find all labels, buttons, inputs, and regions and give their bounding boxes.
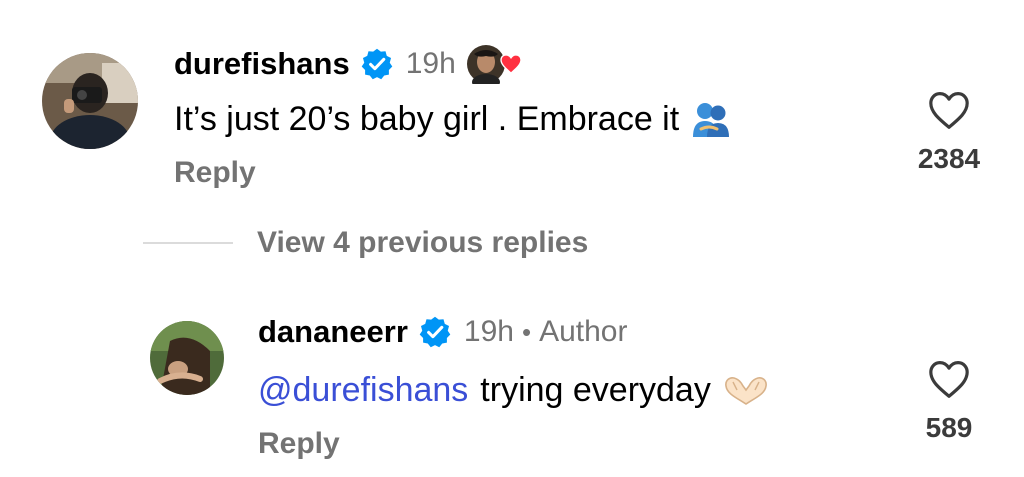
reply-button[interactable]: Reply bbox=[174, 156, 256, 190]
thread-divider bbox=[143, 242, 233, 244]
verified-badge-icon bbox=[360, 47, 394, 81]
like-count: 2384 bbox=[917, 143, 981, 174]
reply-button[interactable]: Reply bbox=[258, 427, 340, 461]
replier-avatar[interactable] bbox=[150, 321, 224, 395]
mention-link[interactable]: @durefishans bbox=[258, 371, 468, 410]
author-label: Author bbox=[539, 315, 628, 348]
verified-badge-icon bbox=[418, 315, 452, 349]
heart-icon bbox=[500, 54, 522, 74]
people-hugging-icon bbox=[691, 101, 731, 139]
comment-time: 19h bbox=[405, 47, 456, 80]
liked-by-author-avatar bbox=[466, 44, 522, 84]
commenter-avatar[interactable] bbox=[42, 53, 138, 149]
comment-body: It’s just 20’s baby girl . Embrace it bbox=[174, 100, 731, 139]
username[interactable]: dananeerr bbox=[258, 314, 408, 350]
username[interactable]: durefishans bbox=[174, 46, 350, 82]
heart-hands-icon bbox=[723, 374, 769, 408]
like-count: 589 bbox=[925, 412, 973, 443]
comment-body: @durefishans trying everyday bbox=[258, 371, 769, 410]
like-heart-icon[interactable] bbox=[927, 359, 971, 399]
comment-text: It’s just 20’s baby girl . Embrace it bbox=[174, 100, 680, 138]
comment-header: dananeerr 19h • Author bbox=[258, 314, 627, 350]
comment-time: 19h bbox=[463, 315, 514, 348]
avatar-image bbox=[150, 321, 224, 395]
avatar-image bbox=[42, 53, 138, 149]
separator-dot: • bbox=[521, 316, 532, 347]
view-previous-replies-button[interactable]: View 4 previous replies bbox=[257, 226, 588, 260]
comment-text: trying everyday bbox=[480, 371, 711, 409]
like-heart-icon[interactable] bbox=[927, 90, 971, 130]
comment-header: durefishans 19h bbox=[174, 44, 522, 84]
